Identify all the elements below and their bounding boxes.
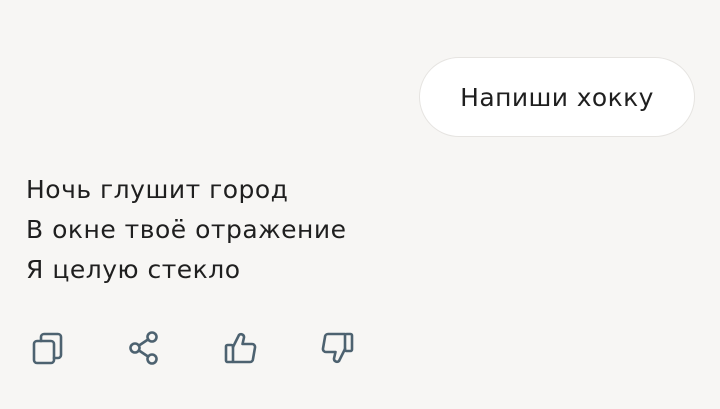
- share-button[interactable]: [123, 326, 167, 370]
- share-icon: [125, 328, 165, 368]
- copy-icon: [28, 328, 68, 368]
- assistant-message: Ночь глушит город В окне твоё отражение …: [26, 170, 626, 290]
- thumbs-up-icon: [221, 328, 261, 368]
- dislike-button[interactable]: [315, 326, 359, 370]
- poem-line-2: В окне твоё отражение: [26, 215, 347, 244]
- poem-line-1: Ночь глушит город: [26, 175, 289, 204]
- thumbs-down-icon: [317, 328, 357, 368]
- copy-button[interactable]: [26, 326, 70, 370]
- user-message-text: Напиши хокку: [460, 82, 654, 112]
- like-button[interactable]: [219, 326, 263, 370]
- user-message-bubble: Напиши хокку: [419, 57, 695, 137]
- poem-line-3: Я целую стекло: [26, 255, 241, 284]
